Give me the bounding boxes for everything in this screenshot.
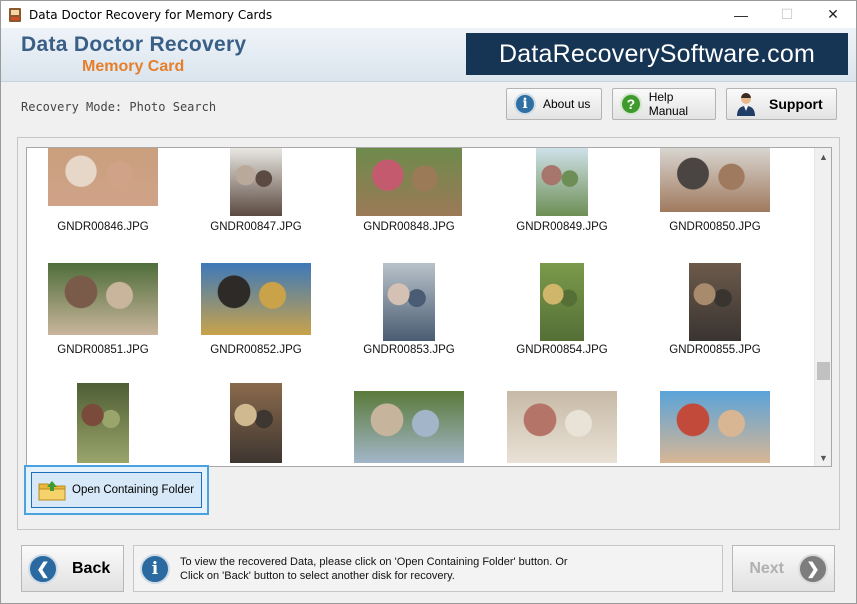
- photo-filename: GNDR00846.JPG: [57, 221, 149, 233]
- site-link[interactable]: DataRecoverySoftware.com: [499, 40, 815, 69]
- photo-gallery[interactable]: ▲ ▼ GNDR00846.JPG GNDR00847.JPG GNDR00848.…: [26, 147, 832, 467]
- scroll-up-arrow-icon[interactable]: ▲: [815, 148, 831, 165]
- about-us-label: About us: [543, 97, 591, 111]
- back-label: Back: [72, 559, 111, 577]
- photo-filename: GNDR00852.JPG: [210, 344, 302, 356]
- support-button[interactable]: Support: [726, 88, 837, 120]
- help-manual-button[interactable]: ? Help Manual: [612, 88, 716, 120]
- next-arrow-icon: ❯: [798, 553, 828, 584]
- photo-thumbnail[interactable]: [48, 148, 158, 206]
- photo-filename: GNDR00853.JPG: [363, 344, 455, 356]
- about-us-button[interactable]: i About us: [506, 88, 602, 120]
- next-button[interactable]: Next ❯: [732, 545, 835, 592]
- support-agent-icon: [737, 93, 755, 116]
- support-label: Support: [769, 96, 823, 112]
- site-banner[interactable]: DataRecoverySoftware.com: [466, 33, 848, 75]
- photo-thumbnail[interactable]: [660, 148, 770, 212]
- help-manual-label: Help Manual: [648, 90, 689, 118]
- open-containing-folder-button[interactable]: Open Containing Folder: [31, 472, 202, 508]
- info-icon: i: [514, 93, 536, 115]
- photo-thumbnail[interactable]: [356, 148, 462, 216]
- close-button[interactable]: ✕: [810, 1, 856, 28]
- photo-thumbnail[interactable]: [540, 263, 584, 341]
- photo-filename: GNDR00851.JPG: [57, 344, 149, 356]
- title-bar: Data Doctor Recovery for Memory Cards — …: [1, 1, 856, 28]
- photo-thumbnail[interactable]: [383, 263, 435, 341]
- window-title: Data Doctor Recovery for Memory Cards: [29, 7, 273, 22]
- minimize-button[interactable]: —: [718, 1, 764, 28]
- maximize-button[interactable]: ☐: [764, 1, 810, 28]
- recovery-mode-label: Recovery Mode: Photo Search: [21, 100, 217, 114]
- info-line-2: Click on 'Back' button to select another…: [180, 569, 455, 582]
- photo-thumbnail[interactable]: [201, 263, 311, 335]
- photo-thumbnail[interactable]: [230, 148, 282, 216]
- photo-filename: GNDR00847.JPG: [210, 221, 302, 233]
- help-icon: ?: [620, 93, 642, 115]
- photo-thumbnail[interactable]: [536, 148, 588, 216]
- next-label: Next: [749, 559, 784, 577]
- app-window: Data Doctor Recovery for Memory Cards — …: [0, 0, 857, 604]
- scroll-down-arrow-icon[interactable]: ▼: [815, 449, 831, 466]
- vertical-scrollbar[interactable]: ▲ ▼: [814, 148, 831, 466]
- scrollbar-thumb[interactable]: [817, 362, 830, 380]
- brand-subtitle: Memory Card: [82, 58, 185, 75]
- open-folder-focus-ring: Open Containing Folder: [24, 465, 209, 515]
- back-arrow-icon: ❮: [28, 553, 58, 584]
- info-message: To view the recovered Data, please click…: [180, 555, 568, 583]
- photo-filename: GNDR00854.JPG: [516, 344, 608, 356]
- photo-thumbnail[interactable]: [230, 383, 282, 463]
- photo-thumbnail[interactable]: [354, 391, 464, 463]
- info-icon: i: [140, 553, 170, 584]
- app-icon: [9, 7, 21, 22]
- open-folder-label: Open Containing Folder: [72, 484, 195, 496]
- photo-filename: GNDR00848.JPG: [363, 221, 455, 233]
- folder-icon: [38, 481, 66, 501]
- window-controls: — ☐ ✕: [718, 1, 856, 28]
- photo-filename: GNDR00855.JPG: [669, 344, 761, 356]
- photo-filename: GNDR00849.JPG: [516, 221, 608, 233]
- photo-thumbnail[interactable]: [48, 263, 158, 335]
- photo-filename: GNDR00850.JPG: [669, 221, 761, 233]
- back-button[interactable]: ❮ Back: [21, 545, 124, 592]
- photo-thumbnail[interactable]: [507, 391, 617, 463]
- brand-title: Data Doctor Recovery: [21, 33, 247, 56]
- photo-thumbnail[interactable]: [77, 383, 129, 463]
- info-message-box: i To view the recovered Data, please cli…: [133, 545, 723, 592]
- photo-thumbnail[interactable]: [660, 391, 770, 463]
- info-line-1: To view the recovered Data, please click…: [180, 555, 568, 568]
- photo-thumbnail[interactable]: [689, 263, 741, 341]
- header-banner: Data Doctor Recovery Memory Card DataRec…: [1, 28, 856, 82]
